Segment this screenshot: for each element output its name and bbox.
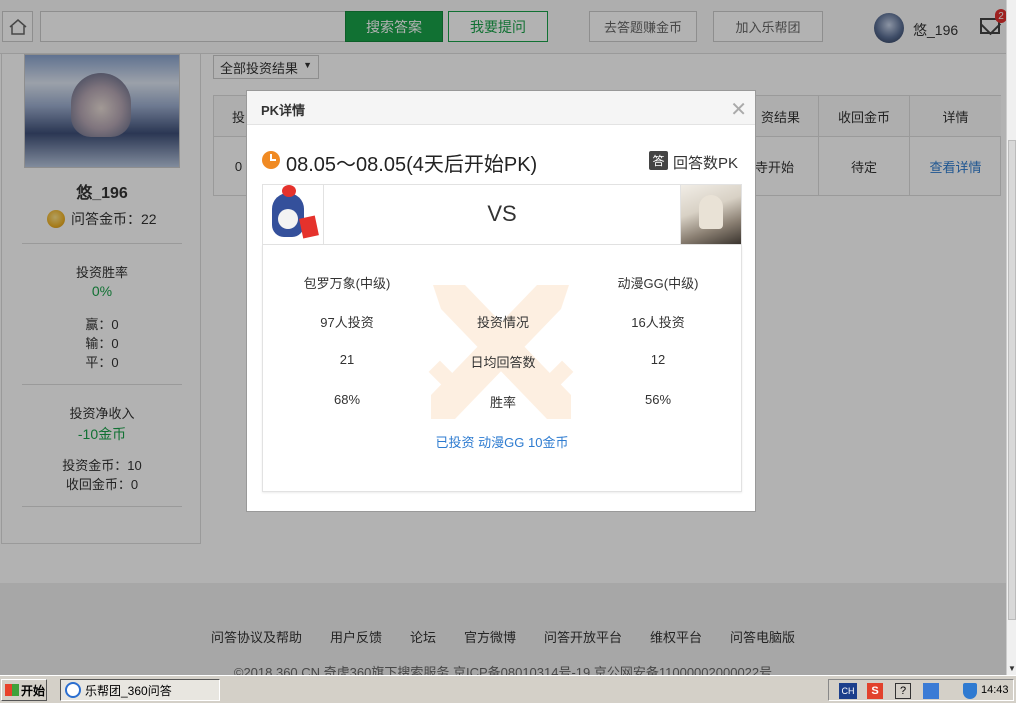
vs-label: VS xyxy=(487,201,517,226)
pk-type: 回答数PK xyxy=(673,155,739,172)
input-language-indicator[interactable]: CH xyxy=(839,683,857,699)
vs-banner: VS xyxy=(262,184,742,245)
answer-icon: 答 xyxy=(649,151,668,170)
close-icon[interactable]: ✕ xyxy=(730,97,747,122)
left-win-rate: 68% xyxy=(333,392,361,407)
windows-logo-icon xyxy=(5,684,19,696)
vertical-scrollbar[interactable]: ▼ xyxy=(1006,0,1016,675)
stat-label-investment: 投资情况 xyxy=(476,315,529,330)
start-button[interactable]: 开始 xyxy=(1,679,47,701)
clock-icon xyxy=(262,151,280,169)
left-investors: 97人投资 xyxy=(320,315,374,330)
left-player-name[interactable]: 包罗万象(中级) xyxy=(267,273,427,292)
stat-label-win-rate: 胜率 xyxy=(489,395,516,410)
taskbar-window-title: 乐帮团_360问答 xyxy=(85,683,172,698)
taskbar-window-button[interactable]: 乐帮团_360问答 xyxy=(60,679,220,701)
pk-stats: 包罗万象(中级) 动漫GG(中级) 97人投资 投资情况 16人投资 21 日均… xyxy=(262,245,742,492)
right-player-avatar[interactable] xyxy=(680,185,741,244)
scroll-down-arrow-icon[interactable]: ▼ xyxy=(1008,664,1016,673)
browser-icon xyxy=(65,682,81,698)
right-player-name[interactable]: 动漫GG(中级) xyxy=(578,273,738,292)
left-daily-answers: 21 xyxy=(339,352,355,367)
pk-date: 08.05～08.05(4天后开始PK) xyxy=(286,154,538,176)
modal-title: PK详情 xyxy=(261,103,306,118)
right-investors: 16人投资 xyxy=(631,315,685,330)
sogou-ime-icon[interactable]: S xyxy=(867,683,883,699)
security-shield-icon[interactable] xyxy=(963,683,977,699)
system-tray: CH S ? 14:43 xyxy=(828,679,1014,701)
right-daily-answers: 12 xyxy=(650,352,666,367)
start-label: 开始 xyxy=(21,683,46,698)
invested-status: 已投资 动漫GG 10金币 xyxy=(435,435,569,450)
taskbar: 开始 乐帮团_360问答 CH S ? 14:43 xyxy=(0,675,1016,703)
help-icon[interactable]: ? xyxy=(895,683,911,699)
network-icon[interactable] xyxy=(923,683,939,699)
modal-header: PK详情 ✕ xyxy=(247,91,755,125)
right-win-rate: 56% xyxy=(644,392,672,407)
clock-time[interactable]: 14:43 xyxy=(981,684,1009,696)
pk-details-modal: PK详情 ✕ 08.05～08.05(4天后开始PK) 答 回答数PK VS 包… xyxy=(246,90,756,512)
scrollbar-thumb[interactable] xyxy=(1008,140,1016,620)
stat-label-daily-answers: 日均回答数 xyxy=(470,355,536,370)
